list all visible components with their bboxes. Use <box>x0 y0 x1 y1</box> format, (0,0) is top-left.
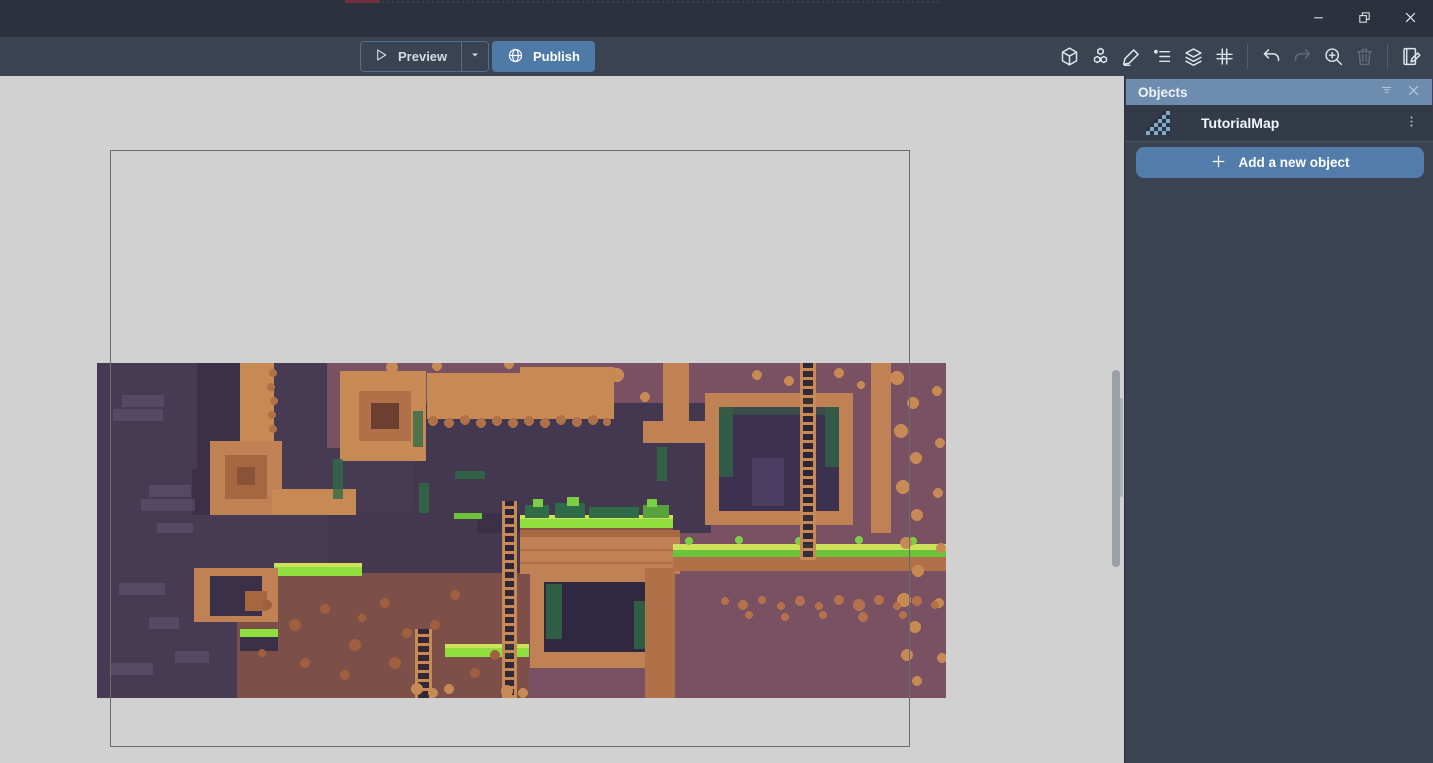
close-button[interactable] <box>1393 4 1427 34</box>
edit-button[interactable] <box>1116 42 1146 72</box>
redo-icon <box>1292 46 1313 67</box>
plus-icon <box>1210 153 1227 173</box>
globe-icon <box>507 47 524 67</box>
objects-button[interactable] <box>1054 42 1084 72</box>
grid-icon <box>1214 46 1235 67</box>
minimize-icon <box>1311 10 1326 28</box>
scene-editor-canvas[interactable] <box>0 76 1124 763</box>
edit-scene-events-icon <box>1401 46 1422 67</box>
object-groups-icon <box>1090 46 1111 67</box>
layers-icon <box>1183 46 1204 67</box>
preview-label: Preview <box>398 49 447 64</box>
objects-panel-header: Objects <box>1126 79 1432 105</box>
filter-button[interactable] <box>1374 80 1400 104</box>
restore-button[interactable] <box>1347 4 1381 34</box>
close-window-icon <box>1403 10 1418 28</box>
object-list-item-tutorialmap[interactable]: TutorialMap <box>1125 105 1433 142</box>
close-icon <box>1406 83 1421 101</box>
add-object-label: Add a new object <box>1238 155 1349 170</box>
toolbar-separator <box>1247 44 1248 69</box>
filter-icon <box>1380 83 1395 101</box>
grid-button[interactable] <box>1209 42 1239 72</box>
undo-button[interactable] <box>1256 42 1286 72</box>
restore-icon <box>1357 10 1372 28</box>
play-icon <box>373 47 389 66</box>
redo-button <box>1287 42 1317 72</box>
preview-button-group: Preview <box>360 41 489 72</box>
layers-button[interactable] <box>1178 42 1208 72</box>
window-controls <box>1301 0 1427 37</box>
preview-button[interactable]: Preview <box>361 42 461 71</box>
publish-button[interactable]: Publish <box>492 41 595 72</box>
tab-dots-decoration <box>382 1 940 3</box>
dots-vertical-icon <box>1404 114 1419 132</box>
toolbar-separator <box>1387 44 1388 69</box>
tilemap-thumbnail-icon <box>1146 111 1170 135</box>
object-name: TutorialMap <box>1201 115 1279 131</box>
tab-accent <box>345 0 380 3</box>
objects-panel: Objects TutorialMap Add a new object <box>1124 76 1433 763</box>
vertical-scrollbar[interactable] <box>1112 370 1120 567</box>
instances-list-icon <box>1152 46 1173 67</box>
delete-button <box>1349 42 1379 72</box>
zoom-in-icon <box>1323 46 1344 67</box>
scroll-indicator <box>1120 398 1123 497</box>
preview-dropdown-button[interactable] <box>461 42 488 71</box>
objects-panel-title: Objects <box>1138 85 1374 100</box>
object-groups-button[interactable] <box>1085 42 1115 72</box>
edit-scene-events-button[interactable] <box>1396 42 1426 72</box>
toolbar: Preview Publish <box>0 37 1433 76</box>
title-bar <box>0 0 1433 37</box>
instances-list-button[interactable] <box>1147 42 1177 72</box>
close-panel-button[interactable] <box>1400 80 1426 104</box>
delete-icon <box>1354 46 1375 67</box>
edit-icon <box>1121 46 1142 67</box>
tilemap-instance[interactable] <box>97 363 946 698</box>
caret-down-icon <box>469 49 481 64</box>
toolbar-icons <box>1054 41 1426 72</box>
publish-label: Publish <box>533 49 580 64</box>
minimize-button[interactable] <box>1301 4 1335 34</box>
undo-icon <box>1261 46 1282 67</box>
object-menu-button[interactable] <box>1399 111 1423 135</box>
objects-icon <box>1059 46 1080 67</box>
add-object-button[interactable]: Add a new object <box>1136 147 1424 178</box>
zoom-in-button[interactable] <box>1318 42 1348 72</box>
